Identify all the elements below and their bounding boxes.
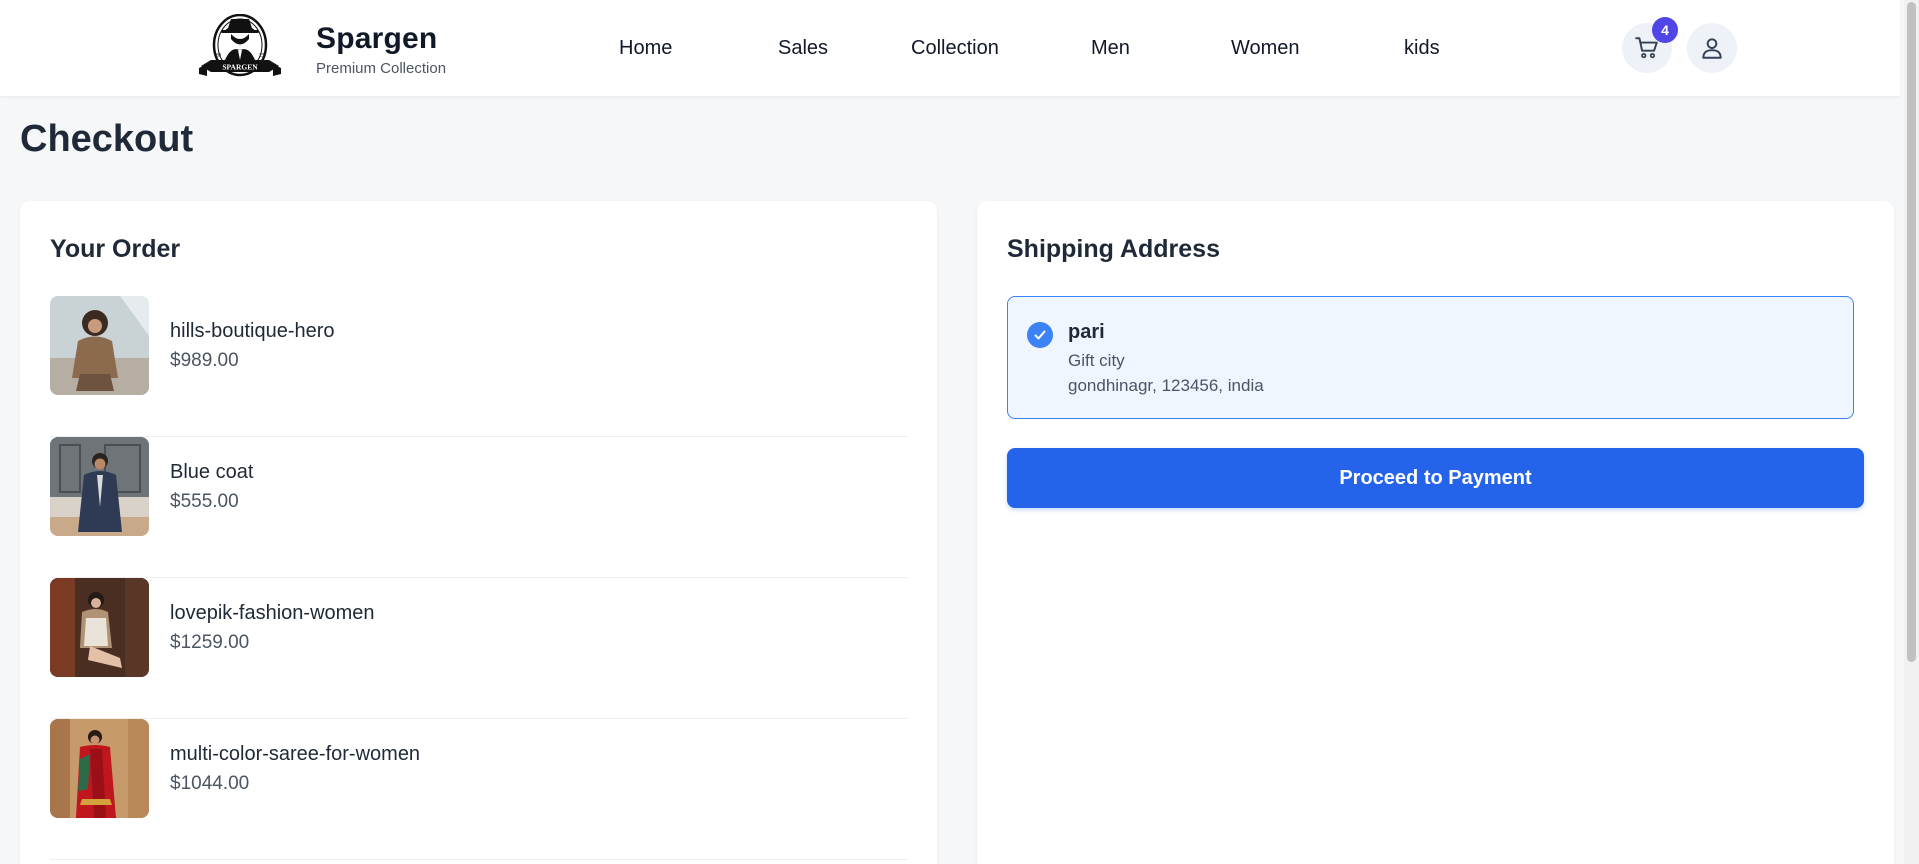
item-price: $1044.00 — [170, 773, 250, 794]
user-icon — [1702, 38, 1722, 59]
nav-item-home[interactable]: Home — [619, 37, 672, 60]
item-price: $1259.00 — [170, 632, 250, 653]
cart-count-badge: 4 — [1652, 17, 1678, 43]
order-summary-card: Your Order hills-boutique-hero $989.00 B… — [20, 201, 937, 864]
order-item[interactable]: Blue coat $555.00 — [50, 437, 907, 578]
site-header: SPARGEN 20 25 Spargen Premium Collection… — [0, 0, 1900, 97]
item-name: multi-color-saree-for-women — [170, 743, 421, 765]
order-item[interactable]: hills-boutique-hero $989.00 — [50, 296, 907, 437]
proceed-to-payment-button[interactable]: Proceed to Payment — [1007, 448, 1864, 508]
brand-logo[interactable]: SPARGEN 20 25 — [197, 13, 283, 80]
selected-address-option[interactable]: pari Gift city gondhinagr, 123456, india — [1007, 296, 1854, 419]
nav-item-collection[interactable]: Collection — [911, 37, 999, 60]
item-name: Blue coat — [170, 461, 254, 483]
nav-item-sales[interactable]: Sales — [778, 37, 828, 60]
brand-tagline: Premium Collection — [316, 60, 447, 77]
brand-name[interactable]: Spargen — [316, 22, 437, 56]
svg-text:20: 20 — [215, 53, 221, 59]
address-line-2: gondhinagr, 123456, india — [1068, 376, 1264, 395]
nav-item-kids[interactable]: kids — [1404, 37, 1440, 60]
item-price: $555.00 — [170, 491, 239, 512]
svg-text:SPARGEN: SPARGEN — [222, 63, 258, 72]
nav-item-men[interactable]: Men — [1091, 37, 1130, 60]
product-thumbnail[interactable] — [50, 296, 149, 395]
product-thumbnail[interactable] — [50, 719, 149, 818]
shipping-heading: Shipping Address — [1007, 235, 1220, 263]
address-name: pari — [1068, 321, 1105, 343]
user-account-button[interactable] — [1687, 23, 1737, 73]
product-thumbnail[interactable] — [50, 437, 149, 536]
svg-text:25: 25 — [259, 53, 265, 59]
order-item[interactable]: multi-color-saree-for-women $1044.00 — [50, 719, 907, 860]
order-heading: Your Order — [50, 235, 181, 263]
logo-emblem-icon: SPARGEN 20 25 — [199, 13, 281, 77]
shipping-card: Shipping Address pari Gift city gondhina… — [977, 201, 1894, 864]
check-circle-icon — [1027, 322, 1053, 348]
nav-item-women[interactable]: Women — [1231, 37, 1300, 60]
product-thumbnail[interactable] — [50, 578, 149, 677]
item-price: $989.00 — [170, 350, 239, 371]
order-item[interactable]: lovepik-fashion-women $1259.00 — [50, 578, 907, 719]
item-name: hills-boutique-hero — [170, 320, 335, 342]
page-scrollbar-thumb[interactable] — [1907, 2, 1916, 662]
address-line-1: Gift city — [1068, 351, 1125, 370]
page-title: Checkout — [20, 118, 194, 160]
item-name: lovepik-fashion-women — [170, 602, 375, 624]
